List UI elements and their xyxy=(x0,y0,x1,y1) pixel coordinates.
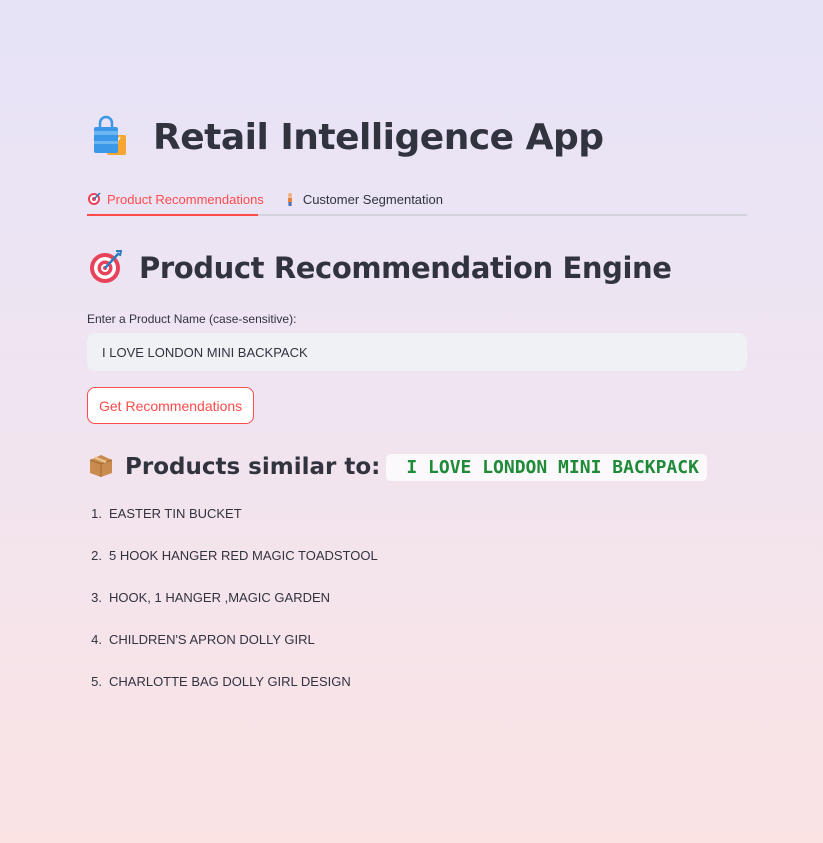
section-title: Product Recommendation Engine xyxy=(87,248,747,288)
product-name-input[interactable]: I LOVE LONDON MINI BACKPACK xyxy=(87,333,747,371)
tab-label: Product Recommendations xyxy=(107,191,264,207)
package-icon xyxy=(87,451,115,484)
list-item: 3. HOOK, 1 HANGER ,MAGIC GARDEN xyxy=(91,590,331,605)
app-title-text: Retail Intelligence App xyxy=(153,116,604,158)
app-title: Retail Intelligence App xyxy=(87,110,747,164)
tab-product-recommendations[interactable]: Product Recommendations xyxy=(87,184,266,214)
main-content: Retail Intelligence App Product Recommen… xyxy=(87,110,747,716)
list-item: 5. CHARLOTTE BAG DOLLY GIRL DESIGN xyxy=(91,674,351,689)
similar-products-heading: Products similar to: I LOVE LONDON MINI … xyxy=(87,450,747,484)
product-name-label: Enter a Product Name (case-sensitive): xyxy=(87,312,297,326)
tab-bar: Product Recommendations Customer Segment… xyxy=(87,184,747,216)
list-item: 1. EASTER TIN BUCKET xyxy=(91,506,242,521)
target-icon xyxy=(87,192,101,206)
recommendation-list: 1. EASTER TIN BUCKET 2. 5 HOOK HANGER RED … xyxy=(87,506,747,716)
query-product-code: I LOVE LONDON MINI BACKPACK xyxy=(386,453,707,481)
list-item: 4. CHILDREN'S APRON DOLLY GIRL xyxy=(91,632,315,647)
tab-label: Customer Segmentation xyxy=(302,191,443,207)
person-icon xyxy=(283,192,297,206)
section-title-text: Product Recommendation Engine xyxy=(139,251,672,285)
shopping-bags-icon xyxy=(87,113,135,161)
list-item: 2. 5 HOOK HANGER RED MAGIC TOADSTOOL xyxy=(91,548,378,563)
target-icon xyxy=(87,248,123,289)
get-recommendations-button[interactable]: Get Recommendations xyxy=(87,387,255,424)
tab-customer-segmentation[interactable]: Customer Segmentation xyxy=(283,184,445,214)
similar-heading-text: Products similar to: xyxy=(125,454,381,480)
